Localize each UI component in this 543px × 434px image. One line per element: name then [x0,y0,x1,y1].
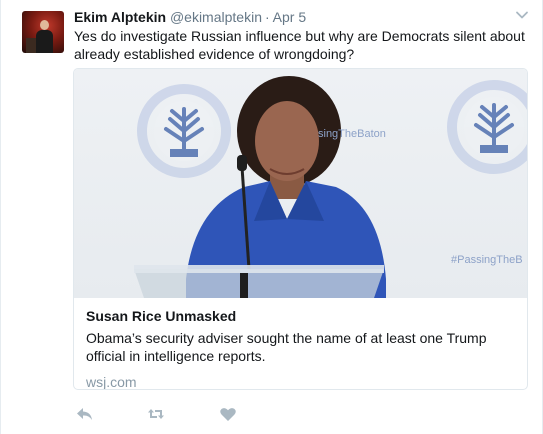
author-handle[interactable]: @ekimalptekin [170,9,262,25]
link-card[interactable]: singTheBaton #PassingTheB Susan Rice Unm… [73,68,528,390]
chevron-down-icon[interactable] [515,8,529,22]
retweet-icon[interactable] [146,404,166,424]
heart-icon[interactable] [218,404,238,424]
author-name[interactable]: Ekim Alptekin [74,9,166,25]
seal-icon [137,84,231,178]
tweet-header: Ekim Alptekin @ekimalptekin · Apr 5 [74,9,306,25]
photo-backdrop-text: #PassingTheB [451,254,523,266]
tweet-text: Yes do investigate Russian influence but… [74,28,525,62]
card-photo[interactable]: singTheBaton #PassingTheB [74,69,527,298]
avatar-head [40,20,49,30]
avatar-figure [36,30,53,53]
card-title[interactable]: Susan Rice Unmasked [86,307,516,325]
card-description: Obama’s security adviser sought the name… [86,330,487,364]
photo-backdrop-text: singTheBaton [318,128,386,140]
tweet-timestamp[interactable]: Apr 5 [273,9,306,25]
tweet[interactable]: Ekim Alptekin @ekimalptekin · Apr 5 Yes do… [0,0,543,434]
separator-dot: · [264,9,270,25]
reply-icon[interactable] [75,404,95,424]
card-content[interactable]: Susan Rice Unmasked Obama’s security adv… [86,307,516,390]
seal-icon [447,80,527,174]
card-domain: wsj.com [86,374,137,390]
author-avatar[interactable] [22,11,64,53]
